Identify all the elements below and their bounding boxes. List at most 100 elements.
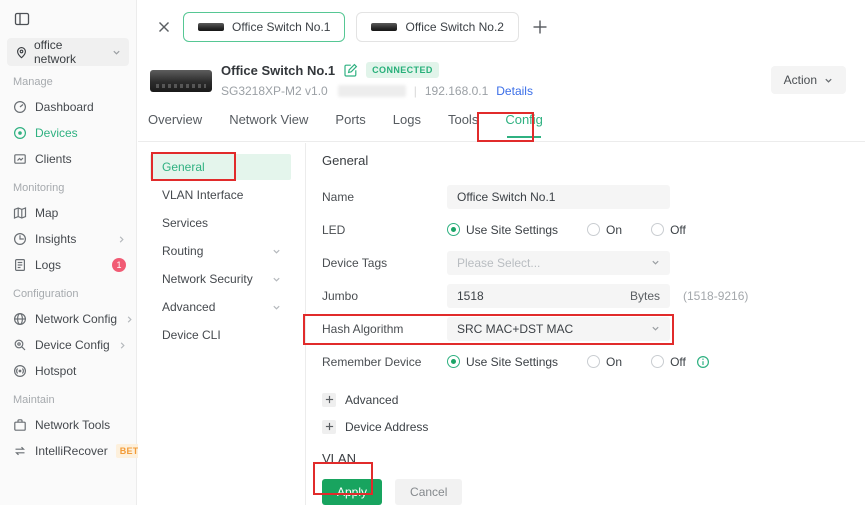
- remember-radio-use-site-settings[interactable]: Use Site Settings: [447, 355, 558, 369]
- config-nav-network-security[interactable]: Network Security: [150, 266, 291, 292]
- config-nav-general[interactable]: General: [150, 154, 291, 180]
- sidebar-item-device-config[interactable]: Device Config: [0, 332, 136, 358]
- config-content: General VLAN Interface Services Routing …: [138, 143, 865, 505]
- jumbo-label: Jumbo: [322, 288, 359, 303]
- radio-selected-icon: [447, 223, 460, 236]
- switch-thumbnail: [371, 23, 398, 31]
- hotspot-icon: [13, 364, 27, 378]
- device-tab-office-switch-2[interactable]: Office Switch No.2: [356, 12, 519, 42]
- radio-icon: [587, 355, 601, 368]
- tab-logs[interactable]: Logs: [393, 112, 421, 137]
- toolbox-icon: [13, 418, 27, 432]
- info-icon[interactable]: [696, 355, 710, 369]
- chevron-down-icon: [272, 275, 281, 284]
- device-tab-office-switch-1[interactable]: Office Switch No.1: [183, 12, 346, 42]
- details-link[interactable]: Details: [496, 84, 533, 98]
- close-icon[interactable]: [156, 19, 172, 35]
- led-label: LED: [322, 222, 346, 237]
- config-nav-vlan-interface[interactable]: VLAN Interface: [150, 182, 291, 208]
- remember-radio-off[interactable]: Off: [651, 355, 686, 369]
- chevron-right-icon: [125, 315, 134, 324]
- sidebar-item-intellirecover[interactable]: IntelliRecover BETA: [0, 438, 149, 464]
- section-label-configuration: Configuration: [13, 288, 79, 300]
- main-content: Office Switch No.1 Office Switch No.2 Of…: [138, 0, 865, 505]
- config-nav-advanced[interactable]: Advanced: [150, 294, 291, 320]
- config-nav-services[interactable]: Services: [150, 210, 291, 236]
- plus-icon: [322, 392, 336, 407]
- sidebar-item-map[interactable]: Map: [0, 200, 136, 226]
- map-icon: [13, 206, 27, 220]
- chevron-down-icon: [651, 324, 660, 333]
- led-radio-off[interactable]: Off: [651, 223, 686, 237]
- section-label-manage: Manage: [13, 76, 53, 88]
- sidebar-item-dashboard[interactable]: Dashboard: [0, 94, 136, 120]
- form-section-title: General: [322, 153, 369, 168]
- location-pin-icon: [15, 46, 28, 59]
- section-label-monitoring: Monitoring: [13, 182, 65, 194]
- name-input[interactable]: Office Switch No.1: [447, 184, 670, 209]
- separator: |: [413, 84, 417, 98]
- status-badge: CONNECTED: [366, 62, 439, 78]
- led-row: LED Use Site Settings On Off: [322, 213, 865, 246]
- chevron-right-icon: [118, 341, 127, 350]
- radio-icon: [587, 223, 601, 236]
- remember-device-row: Remember Device Use Site Settings On Off: [322, 345, 865, 378]
- sidebar-item-hotspot[interactable]: Hotspot: [0, 358, 136, 384]
- hash-algorithm-select[interactable]: SRC MAC+DST MAC: [447, 316, 670, 341]
- radio-selected-icon: [447, 355, 460, 368]
- globe-icon: [13, 312, 27, 326]
- tab-tools[interactable]: Tools: [448, 112, 478, 137]
- switch-product-image: [150, 70, 212, 92]
- page-tabs-bar: Overview Network View Ports Logs Tools C…: [138, 112, 865, 142]
- jumbo-unit: Bytes: [629, 288, 660, 303]
- tab-overview[interactable]: Overview: [148, 112, 202, 137]
- advanced-expander[interactable]: Advanced: [322, 386, 865, 413]
- device-header: Office Switch No.1 CONNECTED SG3218XP-M2…: [150, 62, 533, 98]
- tab-config[interactable]: Config: [505, 112, 543, 138]
- general-config-form: General Name Office Switch No.1 LED Use …: [306, 143, 865, 505]
- edit-icon[interactable]: [343, 63, 358, 78]
- config-nav-device-cli[interactable]: Device CLI: [150, 322, 291, 348]
- device-tags-select[interactable]: Please Select...: [447, 250, 670, 275]
- chevron-down-icon: [112, 48, 121, 57]
- jumbo-input[interactable]: 1518 Bytes: [447, 283, 670, 308]
- device-tags-label: Device Tags: [322, 255, 388, 270]
- device-address-expander[interactable]: Device Address: [322, 413, 865, 440]
- jumbo-row: Jumbo 1518 Bytes (1518-9216): [322, 279, 865, 312]
- logs-icon: [13, 258, 27, 272]
- vlan-section-title: VLAN: [322, 451, 356, 466]
- device-tags-row: Device Tags Please Select...: [322, 246, 865, 279]
- sidebar-item-network-config[interactable]: Network Config: [0, 306, 136, 332]
- tab-ports[interactable]: Ports: [335, 112, 365, 137]
- clients-icon: [13, 152, 27, 166]
- hash-algorithm-row: Hash Algorithm SRC MAC+DST MAC: [322, 312, 865, 345]
- apply-button[interactable]: Apply: [322, 479, 383, 505]
- logs-badge: 1: [112, 258, 126, 272]
- omada-controller-page: { "colors": { "accent_green": "#2fb181",…: [0, 0, 865, 505]
- cancel-button[interactable]: Cancel: [395, 479, 463, 505]
- sidebar-item-network-tools[interactable]: Network Tools: [0, 412, 136, 438]
- form-buttons: Apply Cancel: [322, 479, 865, 505]
- sidebar-item-clients[interactable]: Clients: [0, 146, 136, 172]
- sidebar-collapse-icon[interactable]: [13, 10, 31, 28]
- device-ip: 192.168.0.1: [424, 84, 489, 98]
- sidebar-item-logs[interactable]: Logs 1: [0, 252, 136, 278]
- plus-icon: [322, 419, 336, 434]
- led-radio-on[interactable]: On: [587, 223, 622, 237]
- config-nav-routing[interactable]: Routing: [150, 238, 291, 264]
- site-selector[interactable]: office network: [7, 38, 129, 66]
- hash-algorithm-label: Hash Algorithm: [322, 321, 404, 336]
- sidebar-item-devices[interactable]: Devices: [0, 120, 136, 146]
- dashboard-icon: [13, 100, 27, 114]
- chevron-down-icon: [824, 76, 833, 85]
- sidebar-item-insights[interactable]: Insights: [0, 226, 136, 252]
- action-button[interactable]: Action: [770, 66, 846, 94]
- chevron-down-icon: [272, 303, 281, 312]
- led-radio-use-site-settings[interactable]: Use Site Settings: [447, 223, 558, 237]
- section-label-maintain: Maintain: [13, 394, 55, 406]
- tab-network-view[interactable]: Network View: [229, 112, 308, 137]
- add-device-tab-icon[interactable]: [530, 17, 550, 37]
- remember-radio-on[interactable]: On: [587, 355, 622, 369]
- sidebar: office network Manage Dashboard Devices …: [0, 0, 149, 505]
- name-label: Name: [322, 189, 355, 204]
